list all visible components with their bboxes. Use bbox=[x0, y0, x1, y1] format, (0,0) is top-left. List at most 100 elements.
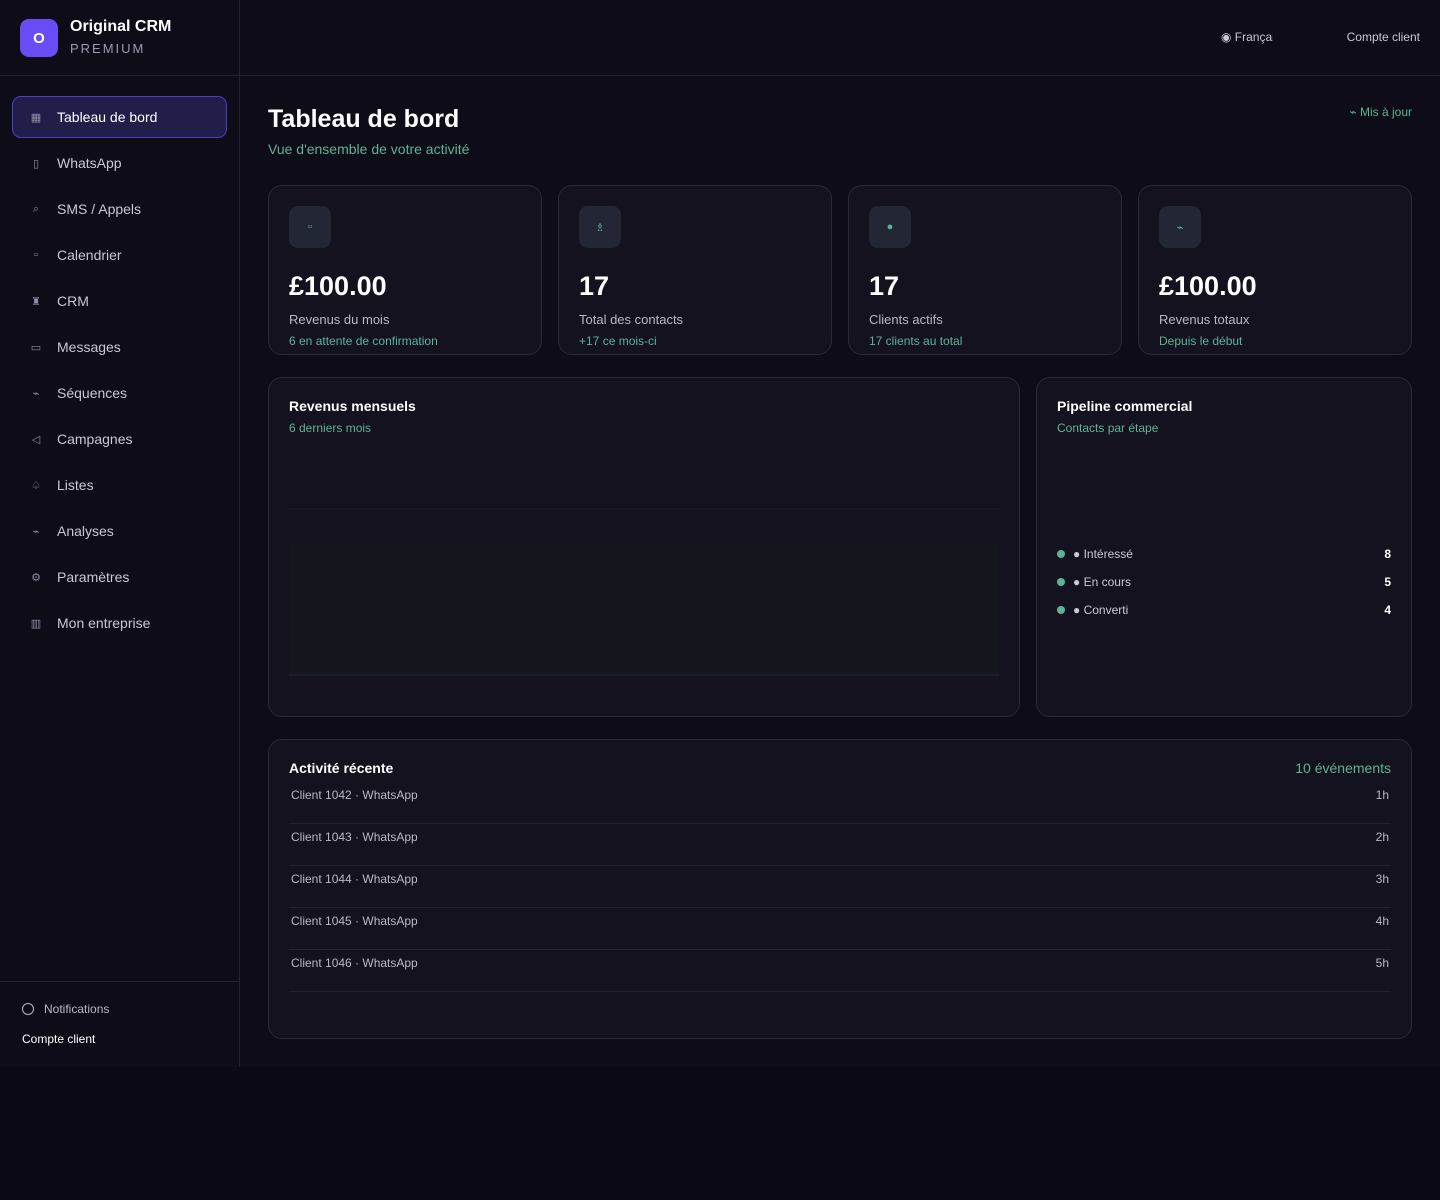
stat-value: 17 bbox=[579, 271, 610, 301]
panel-title: Pipeline commercial bbox=[1057, 398, 1193, 414]
brand-tier: PREMIUM bbox=[70, 41, 146, 56]
sidebar-item-label: Paramètres bbox=[57, 569, 130, 585]
stat-card-active-clients: ● 17 Clients actifs 17 clients au total bbox=[848, 185, 1122, 355]
activity-count: 10 événements bbox=[1295, 760, 1391, 776]
message-icon: ▭ bbox=[30, 341, 42, 354]
activity-item[interactable]: Client 1042 · WhatsApp 1h bbox=[289, 782, 1391, 824]
page-subtitle: Vue d'ensemble de votre activité bbox=[268, 141, 470, 157]
activity-item[interactable]: Client 1044 · WhatsApp 3h bbox=[289, 866, 1391, 908]
notifications-link[interactable]: Notifications bbox=[22, 1002, 109, 1016]
sidebar-item-whatsapp[interactable]: ▯ WhatsApp bbox=[12, 142, 227, 184]
sidebar-item-messages[interactable]: ▭ Messages bbox=[12, 326, 227, 368]
page-title: Tableau de bord bbox=[268, 105, 460, 133]
sidebar-item-sequences[interactable]: ⌁ Séquences bbox=[12, 372, 227, 414]
pipeline-stage-in-progress[interactable]: ● En cours 5 bbox=[1057, 568, 1391, 596]
activity-text: Client 1046 · WhatsApp bbox=[291, 955, 418, 970]
trend-icon: ⌁ bbox=[1159, 206, 1201, 248]
activity-time: 3h bbox=[1375, 871, 1389, 886]
topbar: ◉ Français Compte client bbox=[240, 0, 1440, 76]
activity-list: Client 1042 · WhatsApp 1h Client 1043 · … bbox=[289, 782, 1391, 992]
pipeline-stage-interested[interactable]: ● Intéressé 8 bbox=[1057, 540, 1391, 568]
sidebar-item-label: Tableau de bord bbox=[57, 109, 158, 125]
calendar-icon: ▫ bbox=[34, 249, 38, 261]
stage-count: 4 bbox=[1384, 603, 1391, 617]
stat-note: +17 ce mois-ci bbox=[579, 334, 657, 348]
sidebar-item-campaigns[interactable]: ◁ Campagnes bbox=[12, 418, 227, 460]
stat-label: Revenus totaux bbox=[1159, 312, 1250, 327]
sidebar-item-label: Analyses bbox=[57, 523, 114, 539]
pipeline-stage-converted[interactable]: ● Converti 4 bbox=[1057, 596, 1391, 624]
activity-text: Client 1044 · WhatsApp bbox=[291, 871, 418, 886]
sidebar-item-crm[interactable]: ♜ CRM bbox=[12, 280, 227, 322]
list-icon: ♤ bbox=[31, 479, 41, 492]
sidebar-item-label: Listes bbox=[57, 477, 94, 493]
stage-dot-icon bbox=[1057, 606, 1065, 614]
activity-text: Client 1042 · WhatsApp bbox=[291, 787, 418, 802]
brand-header: O Original CRM PREMIUM bbox=[0, 0, 239, 76]
send-icon: ◁ bbox=[31, 433, 41, 446]
contacts-icon: ♗ bbox=[579, 206, 621, 248]
notifications-label: Notifications bbox=[44, 1002, 110, 1016]
panel-subtitle: 6 derniers mois bbox=[289, 421, 372, 435]
sidebar-item-lists[interactable]: ♤ Listes bbox=[12, 464, 227, 506]
stat-label: Clients actifs bbox=[869, 312, 943, 327]
dashboard-icon: ▦ bbox=[30, 111, 42, 124]
stat-card-total-revenue: ⌁ £100.00 Revenus totaux Depuis le début bbox=[1138, 185, 1412, 355]
brand-name: Original CRM bbox=[70, 18, 172, 35]
stage-label: ● Converti bbox=[1073, 603, 1129, 617]
stat-value: £100.00 bbox=[289, 271, 387, 301]
account-menu[interactable]: Compte client bbox=[1347, 30, 1420, 44]
sidebar-item-label: Séquences bbox=[57, 385, 128, 401]
activity-item[interactable]: Client 1043 · WhatsApp 2h bbox=[289, 824, 1391, 866]
bell-icon bbox=[22, 1003, 34, 1015]
activity-time: 2h bbox=[1375, 829, 1389, 844]
active-dot-icon: ● bbox=[869, 206, 911, 248]
panel-title: Activité récente bbox=[289, 760, 394, 776]
sidebar-nav: ▦ Tableau de bord ▯ WhatsApp ⌕ SMS / App… bbox=[12, 96, 227, 648]
pipeline-legend: ● Intéressé 8 ● En cours 5 ● Converti 4 bbox=[1057, 540, 1391, 624]
wallet-icon: ▫ bbox=[289, 206, 331, 248]
account-link[interactable]: Compte client bbox=[22, 1032, 95, 1046]
sidebar-item-label: Mon entreprise bbox=[57, 615, 151, 631]
stat-value: £100.00 bbox=[1159, 271, 1257, 301]
stat-label: Revenus du mois bbox=[289, 312, 390, 327]
sidebar: O Original CRM PREMIUM ▦ Tableau de bord… bbox=[0, 0, 240, 1067]
revenue-chart bbox=[289, 508, 999, 676]
sidebar-item-label: Calendrier bbox=[57, 247, 122, 263]
activity-text: Client 1045 · WhatsApp bbox=[291, 913, 418, 928]
activity-item[interactable]: Client 1045 · WhatsApp 4h bbox=[289, 908, 1391, 950]
sidebar-item-label: Campagnes bbox=[57, 431, 133, 447]
refresh-button[interactable]: ⌁ Mis à jour bbox=[1349, 105, 1412, 119]
sidebar-item-label: WhatsApp bbox=[57, 155, 122, 171]
stat-note: 6 en attente de confirmation bbox=[289, 334, 438, 348]
activity-time: 5h bbox=[1375, 955, 1389, 970]
stat-card-total-contacts: ♗ 17 Total des contacts +17 ce mois-ci bbox=[558, 185, 832, 355]
stat-note: Depuis le début bbox=[1159, 334, 1243, 348]
activity-time: 1h bbox=[1375, 787, 1389, 802]
sidebar-item-company[interactable]: ▥ Mon entreprise bbox=[12, 602, 227, 644]
stage-dot-icon bbox=[1057, 578, 1065, 586]
sidebar-item-dashboard[interactable]: ▦ Tableau de bord bbox=[12, 96, 227, 138]
sequence-icon: ⌁ bbox=[32, 387, 40, 400]
pipeline-panel: Pipeline commercial Contacts par étape ●… bbox=[1036, 377, 1412, 717]
revenue-chart-panel: Revenus mensuels 6 derniers mois bbox=[268, 377, 1020, 717]
stage-label: ● Intéressé bbox=[1073, 547, 1133, 561]
sidebar-footer: Notifications Compte client bbox=[0, 981, 239, 1067]
sidebar-item-label: CRM bbox=[57, 293, 89, 309]
activity-item[interactable]: Client 1046 · WhatsApp 5h bbox=[289, 950, 1391, 992]
analytics-icon: ⌁ bbox=[32, 525, 40, 538]
stat-card-monthly-revenue: ▫ £100.00 Revenus du mois 6 en attente d… bbox=[268, 185, 542, 355]
language-selector[interactable]: ◉ Français bbox=[1221, 30, 1273, 44]
activity-text: Client 1043 · WhatsApp bbox=[291, 829, 418, 844]
sidebar-item-settings[interactable]: ⚙ Paramètres bbox=[12, 556, 227, 598]
stage-label: ● En cours bbox=[1073, 575, 1131, 589]
sidebar-item-sms-calls[interactable]: ⌕ SMS / Appels bbox=[12, 188, 227, 230]
stage-dot-icon bbox=[1057, 550, 1065, 558]
call-icon: ⌕ bbox=[32, 202, 40, 215]
stage-count: 5 bbox=[1384, 575, 1391, 589]
sidebar-item-analytics[interactable]: ⌁ Analyses bbox=[12, 510, 227, 552]
sidebar-item-label: Messages bbox=[57, 339, 121, 355]
brand-logo[interactable]: O bbox=[20, 19, 58, 57]
sidebar-item-calendar[interactable]: ▫ Calendrier bbox=[12, 234, 227, 276]
activity-time: 4h bbox=[1375, 913, 1389, 928]
